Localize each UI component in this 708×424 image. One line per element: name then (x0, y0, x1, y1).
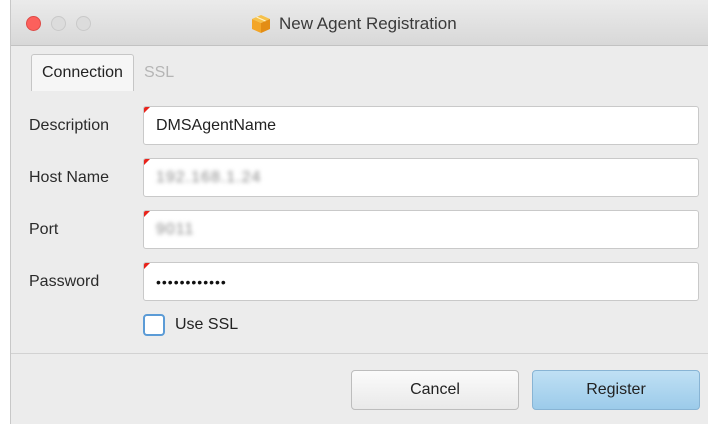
password-value: •••••••••••• (156, 273, 227, 290)
window-title: New Agent Registration (279, 14, 457, 33)
description-row: Description DMSAgentName (11, 106, 708, 146)
port-value: 9011 (156, 220, 195, 238)
register-button[interactable]: Register (532, 370, 700, 410)
tab-connection[interactable]: Connection (31, 54, 134, 91)
minimize-window-button[interactable] (51, 16, 66, 31)
maximize-window-button[interactable] (76, 16, 91, 31)
tab-ssl[interactable]: SSL (134, 54, 184, 91)
close-window-button[interactable] (26, 16, 41, 31)
port-label: Port (29, 221, 59, 238)
host-name-field[interactable]: 192.168.1.24 (143, 158, 699, 197)
use-ssl-checkbox[interactable] (143, 314, 165, 336)
footer-divider (11, 353, 708, 354)
dialog-window: New Agent Registration Connection SSL De… (10, 0, 708, 424)
tab-bar: Connection SSL (31, 54, 184, 92)
password-label: Password (29, 273, 100, 290)
host-name-label: Host Name (29, 169, 110, 186)
host-name-value: 192.168.1.24 (156, 168, 262, 186)
description-field[interactable]: DMSAgentName (143, 106, 699, 145)
cancel-button[interactable]: Cancel (351, 370, 519, 410)
password-field[interactable]: •••••••••••• (143, 262, 699, 301)
title-bar[interactable]: New Agent Registration (11, 0, 708, 46)
use-ssl-option[interactable]: Use SSL (143, 314, 238, 336)
package-box-icon (251, 14, 271, 34)
description-label: Description (29, 117, 110, 134)
port-row: Port 9011 (11, 210, 708, 250)
port-field[interactable]: 9011 (143, 210, 699, 249)
use-ssl-label[interactable]: Use SSL (175, 316, 238, 334)
window-title-group: New Agent Registration (251, 13, 457, 35)
host-name-row: Host Name 192.168.1.24 (11, 158, 708, 198)
description-value: DMSAgentName (156, 116, 277, 134)
password-row: Password •••••••••••• (11, 262, 708, 302)
